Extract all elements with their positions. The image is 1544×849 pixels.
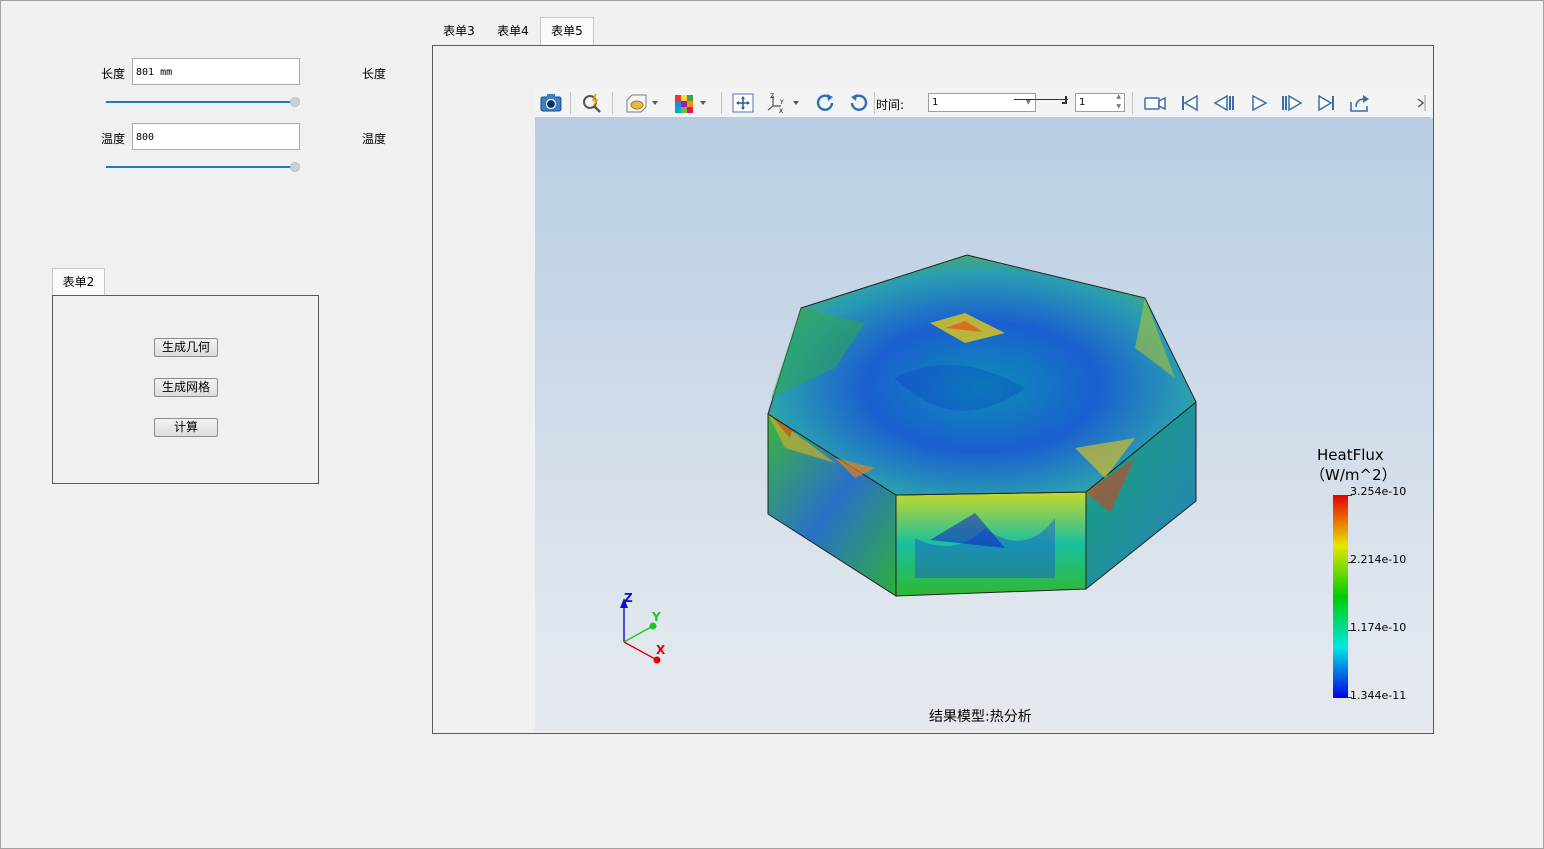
fit-view-icon[interactable] — [731, 92, 755, 114]
time-combo[interactable]: 1 ▼ — [928, 93, 1036, 112]
legend-title: HeatFlux — [1317, 446, 1384, 464]
temperature-slider-thumb[interactable] — [290, 162, 300, 172]
temperature-input[interactable]: 800 — [132, 123, 300, 150]
form2-panel: 生成几何 生成网格 计算 — [52, 295, 319, 484]
z-axis-label: Z — [624, 591, 633, 605]
color-cube-icon[interactable] — [672, 92, 708, 114]
spin-arrows-icon[interactable]: ▲ ▼ — [1116, 92, 1121, 112]
last-frame-icon[interactable] — [1314, 92, 1338, 114]
y-axis-label: Y — [651, 610, 661, 624]
next-frame-icon[interactable] — [1280, 92, 1304, 114]
chevron-down-icon: ▼ — [1025, 98, 1031, 106]
svg-text:Z: Z — [770, 93, 774, 100]
time-slider-track[interactable] — [1014, 99, 1068, 100]
y-axis-line — [623, 625, 654, 643]
viewer-toolbar: Z Y X 时间: 1 ▼ 1 ▲ ▼ — [535, 88, 1431, 118]
length-side-label: 长度 — [362, 67, 387, 81]
tab-form5[interactable]: 表单5 — [540, 17, 594, 46]
generate-mesh-button[interactable]: 生成网格 — [154, 378, 218, 397]
compute-button[interactable]: 计算 — [154, 418, 218, 437]
length-slider[interactable] — [106, 101, 296, 103]
tab-form4[interactable]: 表单4 — [487, 18, 539, 45]
generate-geometry-button[interactable]: 生成几何 — [154, 338, 218, 357]
axes-orientation-icon[interactable]: Z Y X — [765, 92, 801, 114]
temperature-side-label: 温度 — [362, 132, 387, 146]
play-icon[interactable] — [1247, 92, 1271, 114]
length-input[interactable]: 801 mm — [132, 58, 300, 85]
rotate-ccw-icon[interactable] — [847, 92, 871, 114]
time-slider-thumb[interactable] — [1062, 96, 1067, 104]
legend-color-bar — [1333, 495, 1348, 698]
time-spinbox[interactable]: 1 ▲ ▼ — [1075, 93, 1125, 112]
legend-tick-lower: 1.174e-10 — [1350, 621, 1407, 634]
tab-form3[interactable]: 表单3 — [433, 18, 485, 45]
temperature-label: 温度 — [101, 132, 126, 146]
toolbar-overflow-icon[interactable] — [1415, 92, 1427, 114]
x-axis-label: X — [656, 643, 666, 657]
camera-icon[interactable] — [539, 92, 563, 114]
x-axis-arrow-icon — [653, 656, 661, 664]
time-combo-value: 1 — [932, 97, 939, 108]
record-video-icon[interactable] — [1143, 92, 1167, 114]
length-slider-thumb[interactable] — [290, 97, 300, 107]
temperature-slider[interactable] — [106, 166, 296, 168]
axes-triad: Z Y X — [620, 591, 666, 664]
x-axis-line — [623, 641, 658, 661]
length-label: 长度 — [101, 67, 126, 81]
previous-frame-icon[interactable] — [1212, 92, 1236, 114]
rotate-cw-icon[interactable] — [813, 92, 837, 114]
zoom-query-icon[interactable] — [580, 92, 604, 114]
svg-text:Y: Y — [779, 99, 784, 106]
legend-unit: （W/m^2） — [1310, 466, 1397, 484]
legend-tick-max: 3.254e-10 — [1350, 485, 1407, 498]
time-spinbox-value: 1 — [1079, 97, 1086, 108]
viewport-caption: 结果模型:热分析 — [929, 709, 1032, 725]
first-frame-icon[interactable] — [1178, 92, 1202, 114]
svg-text:X: X — [779, 108, 783, 114]
legend-tick-upper: 2.214e-10 — [1350, 553, 1407, 566]
3d-viewport[interactable]: Z Y X HeatFlux （W/m^2） 3.254e-10 2.214e-… — [535, 118, 1433, 731]
tab-form2[interactable]: 表单2 — [52, 268, 105, 295]
display-mode-icon[interactable] — [624, 92, 660, 114]
time-label: 时间: — [876, 98, 905, 112]
heatflux-model: Z Y X — [620, 254, 1197, 664]
legend-tick-min: 1.344e-11 — [1350, 689, 1407, 702]
export-icon[interactable] — [1348, 92, 1372, 114]
